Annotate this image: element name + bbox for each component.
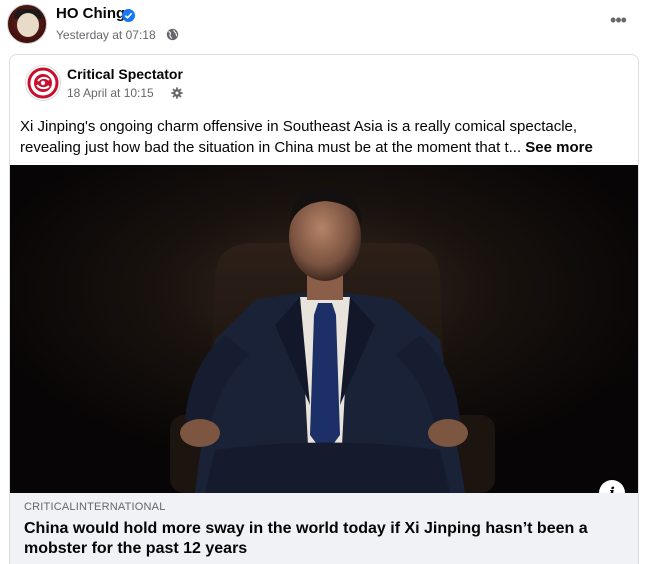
gear-icon	[171, 87, 183, 99]
shared-post-text: Xi Jinping's ongoing charm offensive in …	[20, 116, 632, 158]
shared-post-date[interactable]: 18 April at 10:15	[67, 86, 154, 100]
link-domain: CRITICALINTERNATIONAL	[24, 501, 166, 513]
page-logo[interactable]	[25, 65, 61, 101]
avatar-face-shape	[17, 13, 39, 37]
post-timestamp[interactable]: Yesterday at 07:18	[56, 28, 156, 42]
link-title[interactable]: China would hold more sway in the world …	[24, 519, 624, 559]
shared-post-body: Xi Jinping's ongoing charm offensive in …	[20, 118, 578, 156]
link-preview-footer[interactable]: CRITICALINTERNATIONAL China would hold m…	[10, 493, 638, 564]
verified-badge-icon	[122, 9, 135, 22]
more-options-icon[interactable]: •••	[606, 11, 630, 32]
see-more-link[interactable]: See more	[525, 139, 593, 156]
post-header: HO Ching Yesterday at 07:18 •••	[0, 0, 645, 50]
shared-post-card: Critical Spectator 18 April at 10:15 Xi …	[9, 54, 639, 564]
author-name[interactable]: HO Ching	[56, 5, 125, 22]
author-avatar[interactable]	[7, 4, 47, 44]
globe-icon	[166, 28, 179, 41]
page-name[interactable]: Critical Spectator	[67, 66, 183, 82]
portrait-photo	[10, 165, 638, 493]
link-preview-image[interactable]	[10, 165, 638, 493]
